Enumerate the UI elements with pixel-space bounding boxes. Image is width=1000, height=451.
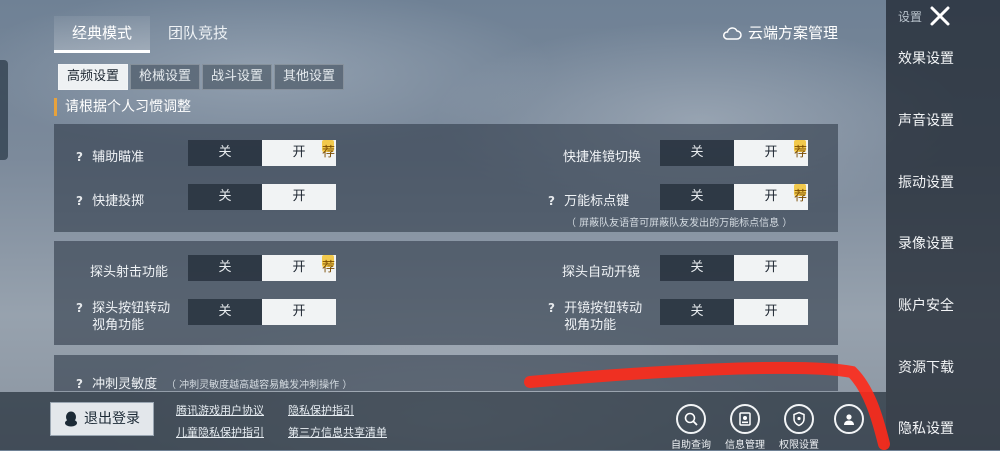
help-icon[interactable]: ?	[76, 150, 88, 164]
recommended-badge: 荐	[322, 255, 335, 275]
link-third-party-sharing[interactable]: 第三方信息共享清单	[288, 424, 387, 440]
toggle-off-option[interactable]: 关	[660, 184, 734, 210]
toggle-off-option[interactable]: 关	[188, 140, 262, 166]
recommended-badge: 荐	[794, 140, 807, 160]
self-service-query-label: 自助查询	[671, 440, 711, 451]
help-icon[interactable]: ?	[76, 300, 88, 317]
settings-sub-tabs: 高频设置 枪械设置 战斗设置 其他设置	[58, 64, 345, 90]
qq-penguin-icon	[65, 411, 77, 427]
self-service-query-button[interactable]: 自助查询	[662, 404, 720, 451]
toggle-off-option[interactable]: 关	[188, 184, 262, 210]
logout-button[interactable]: 退出登录	[50, 402, 154, 436]
profile-button[interactable]	[820, 404, 878, 436]
sidebar-item-privacy[interactable]: 隐私设置	[886, 418, 966, 438]
quick-throw-row: ? 快捷投掷	[76, 190, 144, 209]
left-drawer-handle[interactable]	[0, 60, 8, 160]
section-hint: 请根据个人习惯调整	[54, 98, 191, 116]
shield-icon	[793, 411, 805, 427]
help-icon[interactable]: ?	[548, 194, 560, 208]
universal-marker-note: （ 屏蔽队友语音可屏蔽队友发出的万能标点信息 ）	[566, 218, 793, 229]
sidebar-item-resource-download[interactable]: 资源下载	[886, 357, 966, 377]
quick-scope-switch-label: 快捷准镜切换	[563, 150, 642, 165]
sidebar-item-recording[interactable]: 录像设置	[886, 233, 966, 253]
aim-assist-toggle: 关 开荐	[188, 140, 336, 166]
link-user-agreement[interactable]: 腾讯游戏用户协议	[176, 402, 264, 418]
sidebar-item-account-security[interactable]: 账户安全	[886, 295, 966, 315]
peek-button-rotate-toggle: 关 开	[188, 299, 336, 325]
toggle-on-option[interactable]: 开荐	[262, 255, 336, 281]
sidebar-item-vibration[interactable]: 振动设置	[886, 172, 966, 192]
tab-combat[interactable]: 战斗设置	[202, 64, 273, 90]
aim-assist-label: 辅助瞄准	[92, 150, 145, 165]
sidebar-item-sound[interactable]: 声音设置	[886, 110, 966, 130]
aim-assist-row: ? 辅助瞄准	[76, 146, 144, 165]
help-icon[interactable]: ?	[76, 377, 88, 391]
recommended-badge: 荐	[322, 140, 335, 160]
toggle-on-option[interactable]: 开	[734, 255, 808, 281]
tab-other[interactable]: 其他设置	[274, 64, 345, 90]
label-line-1: 探头按钮转动	[92, 301, 171, 316]
toggle-on-label: 开	[292, 260, 306, 275]
sprint-sensitivity-label: 冲刺灵敏度	[92, 377, 158, 392]
scope-button-rotate-label: 开镜按钮转动 视角功能	[564, 300, 642, 334]
toggle-on-option[interactable]: 开荐	[262, 140, 336, 166]
cloud-icon	[723, 26, 742, 40]
link-child-privacy-guide[interactable]: 儿童隐私保护指引	[176, 424, 264, 440]
id-card-icon	[739, 412, 751, 426]
toggle-on-option[interactable]: 开	[262, 299, 336, 325]
mode-tabs: 经典模式 团队竞技	[54, 16, 246, 53]
peek-button-rotate-label: 探头按钮转动 视角功能	[92, 300, 170, 334]
tab-weapon[interactable]: 枪械设置	[130, 64, 201, 90]
tab-high-frequency[interactable]: 高频设置	[58, 64, 129, 90]
quick-scope-switch-toggle: 关 开荐	[660, 140, 808, 166]
link-privacy-guide[interactable]: 隐私保护指引	[288, 402, 354, 418]
universal-marker-toggle: 关 开荐	[660, 184, 808, 210]
universal-marker-row: ? 万能标点键	[548, 190, 629, 209]
quick-throw-toggle: 关 开	[188, 184, 336, 210]
peek-fire-label: 探头射击功能	[90, 265, 169, 280]
info-manage-label: 信息管理	[725, 440, 765, 451]
cloud-plan-manage-button[interactable]: 云端方案管理	[722, 22, 838, 43]
permission-settings-label: 权限设置	[779, 440, 819, 451]
peek-button-rotate-row: ? 探头按钮转动 视角功能	[76, 300, 170, 334]
tab-classic-mode[interactable]: 经典模式	[54, 16, 151, 53]
tab-team-arena[interactable]: 团队竞技	[150, 16, 246, 50]
peek-auto-scope-label: 探头自动开镜	[562, 265, 641, 280]
search-icon	[684, 412, 698, 426]
toggle-on-option[interactable]: 开	[262, 184, 336, 210]
universal-marker-label: 万能标点键	[564, 194, 630, 209]
help-icon[interactable]: ?	[548, 300, 560, 317]
label-line-2: 视角功能	[564, 318, 617, 333]
toggle-off-option[interactable]: 关	[660, 299, 734, 325]
toggle-on-label: 开	[764, 189, 778, 204]
info-manage-button[interactable]: 信息管理	[716, 404, 774, 451]
recommended-badge: 荐	[794, 184, 807, 204]
person-icon	[844, 414, 854, 425]
close-icon[interactable]	[928, 4, 952, 28]
label-line-2: 视角功能	[92, 318, 145, 333]
help-icon[interactable]: ?	[76, 194, 88, 208]
label-line-1: 开镜按钮转动	[564, 301, 643, 316]
toggle-off-option[interactable]: 关	[188, 299, 262, 325]
quick-throw-label: 快捷投掷	[92, 194, 145, 209]
toggle-off-option[interactable]: 关	[660, 255, 734, 281]
peek-auto-scope-toggle: 关 开	[660, 255, 808, 281]
sprint-sensitivity-note: （ 冲刺灵敏度越高越容易触发冲刺操作 ）	[166, 380, 353, 391]
toggle-on-label: 开	[764, 145, 778, 160]
sidebar-title: 设置	[898, 10, 923, 24]
toggle-off-option[interactable]: 关	[660, 140, 734, 166]
toggle-on-option[interactable]: 开荐	[734, 184, 808, 210]
peek-fire-toggle: 关 开荐	[188, 255, 336, 281]
logout-label: 退出登录	[84, 411, 140, 427]
sidebar-item-effects[interactable]: 效果设置	[886, 48, 966, 68]
scope-button-rotate-toggle: 关 开	[660, 299, 808, 325]
toggle-on-label: 开	[292, 145, 306, 160]
toggle-on-option[interactable]: 开	[734, 299, 808, 325]
sprint-sensitivity-row: ? 冲刺灵敏度	[76, 373, 157, 392]
toggle-off-option[interactable]: 关	[188, 255, 262, 281]
cloud-plan-manage-label: 云端方案管理	[748, 24, 839, 42]
scope-button-rotate-row: ? 开镜按钮转动 视角功能	[548, 300, 642, 334]
toggle-on-option[interactable]: 开荐	[734, 140, 808, 166]
